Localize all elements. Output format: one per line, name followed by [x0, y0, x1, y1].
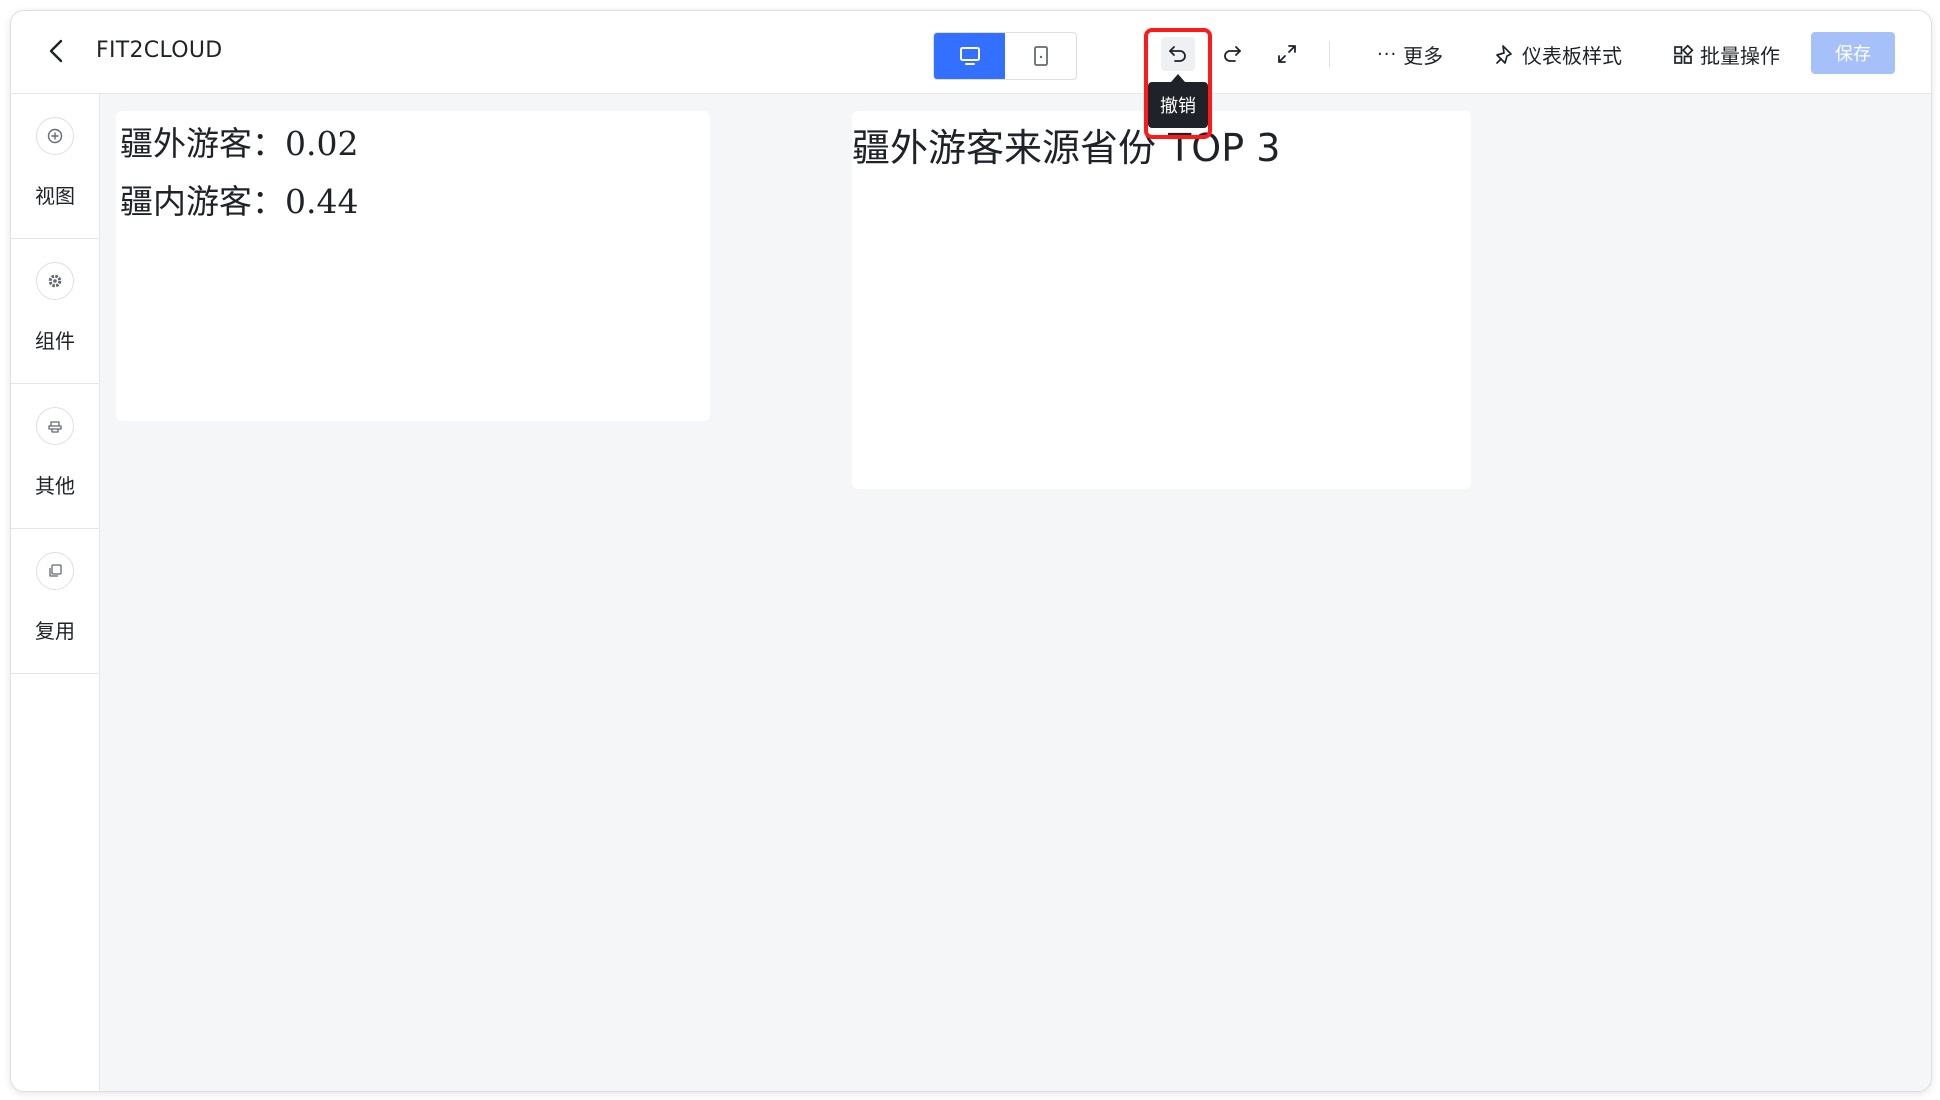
- grid-icon: [1674, 43, 1694, 64]
- sidebar-item-reuse[interactable]: 复用: [11, 529, 99, 674]
- sidebar-item-component[interactable]: 组件: [11, 239, 99, 384]
- top-toolbar: FIT2CLOUD ··· 更多 仪表板样式 批量操作 保存: [11, 11, 1931, 94]
- sidebar-item-other[interactable]: 其他: [11, 384, 99, 529]
- monitor-icon: [959, 47, 980, 65]
- style-brush-icon: [1496, 44, 1512, 64]
- dashboard-style-label: 仪表板样式: [1522, 44, 1622, 68]
- stamp-icon: [36, 407, 74, 445]
- editor-window: FIT2CLOUD ··· 更多 仪表板样式 批量操作 保存 视图 组件 其他 …: [10, 10, 1932, 1092]
- more-label: 更多: [1403, 44, 1444, 68]
- back-button[interactable]: [41, 35, 73, 67]
- tablet-icon: [1033, 46, 1048, 66]
- redo-icon: [1224, 46, 1241, 62]
- inside-visitors-text: 疆内游客：0.44: [120, 182, 359, 221]
- redo-button[interactable]: [1215, 37, 1249, 71]
- plus-circle-icon: [36, 117, 74, 155]
- sidebar-item-label: 视图: [35, 184, 75, 208]
- mobile-view-button[interactable]: [1005, 33, 1076, 79]
- batch-operation-label: 批量操作: [1700, 44, 1780, 68]
- chart-card-title: 疆外游客来源省份 TOP 3: [852, 126, 1281, 170]
- dashboard-canvas: 疆外游客：0.02 疆内游客：0.44 疆外游客来源省份 TOP 3: [100, 94, 1931, 1091]
- sidebar-item-label: 复用: [35, 619, 75, 643]
- chart-card-top3[interactable]: 疆外游客来源省份 TOP 3: [852, 111, 1471, 489]
- more-button[interactable]: ··· 更多: [1377, 40, 1443, 69]
- toolbar-divider: [1329, 41, 1330, 67]
- device-toggle: [933, 32, 1077, 80]
- fullscreen-button[interactable]: [1270, 37, 1304, 71]
- batch-operation-button[interactable]: 批量操作: [1672, 40, 1780, 69]
- left-sidebar: 视图 组件 其他 复用: [11, 94, 100, 1091]
- undo-tooltip: 撤销: [1148, 74, 1208, 128]
- app-title: FIT2CLOUD: [96, 38, 223, 63]
- gear-icon: [36, 262, 74, 300]
- sidebar-item-label: 组件: [35, 329, 75, 353]
- desktop-view-button[interactable]: [934, 33, 1005, 79]
- outside-visitors-text: 疆外游客：0.02: [120, 124, 359, 163]
- sidebar-item-view[interactable]: 视图: [11, 94, 99, 239]
- chevron-left-icon: [49, 39, 63, 63]
- save-button[interactable]: 保存: [1811, 32, 1895, 74]
- expand-icon: [1278, 45, 1296, 63]
- text-card-visitors[interactable]: 疆外游客：0.02 疆内游客：0.44: [116, 111, 710, 421]
- copy-icon: [36, 552, 74, 590]
- ellipsis-icon: ···: [1377, 44, 1398, 65]
- sidebar-item-label: 其他: [35, 474, 75, 498]
- dashboard-style-button[interactable]: 仪表板样式: [1494, 40, 1622, 69]
